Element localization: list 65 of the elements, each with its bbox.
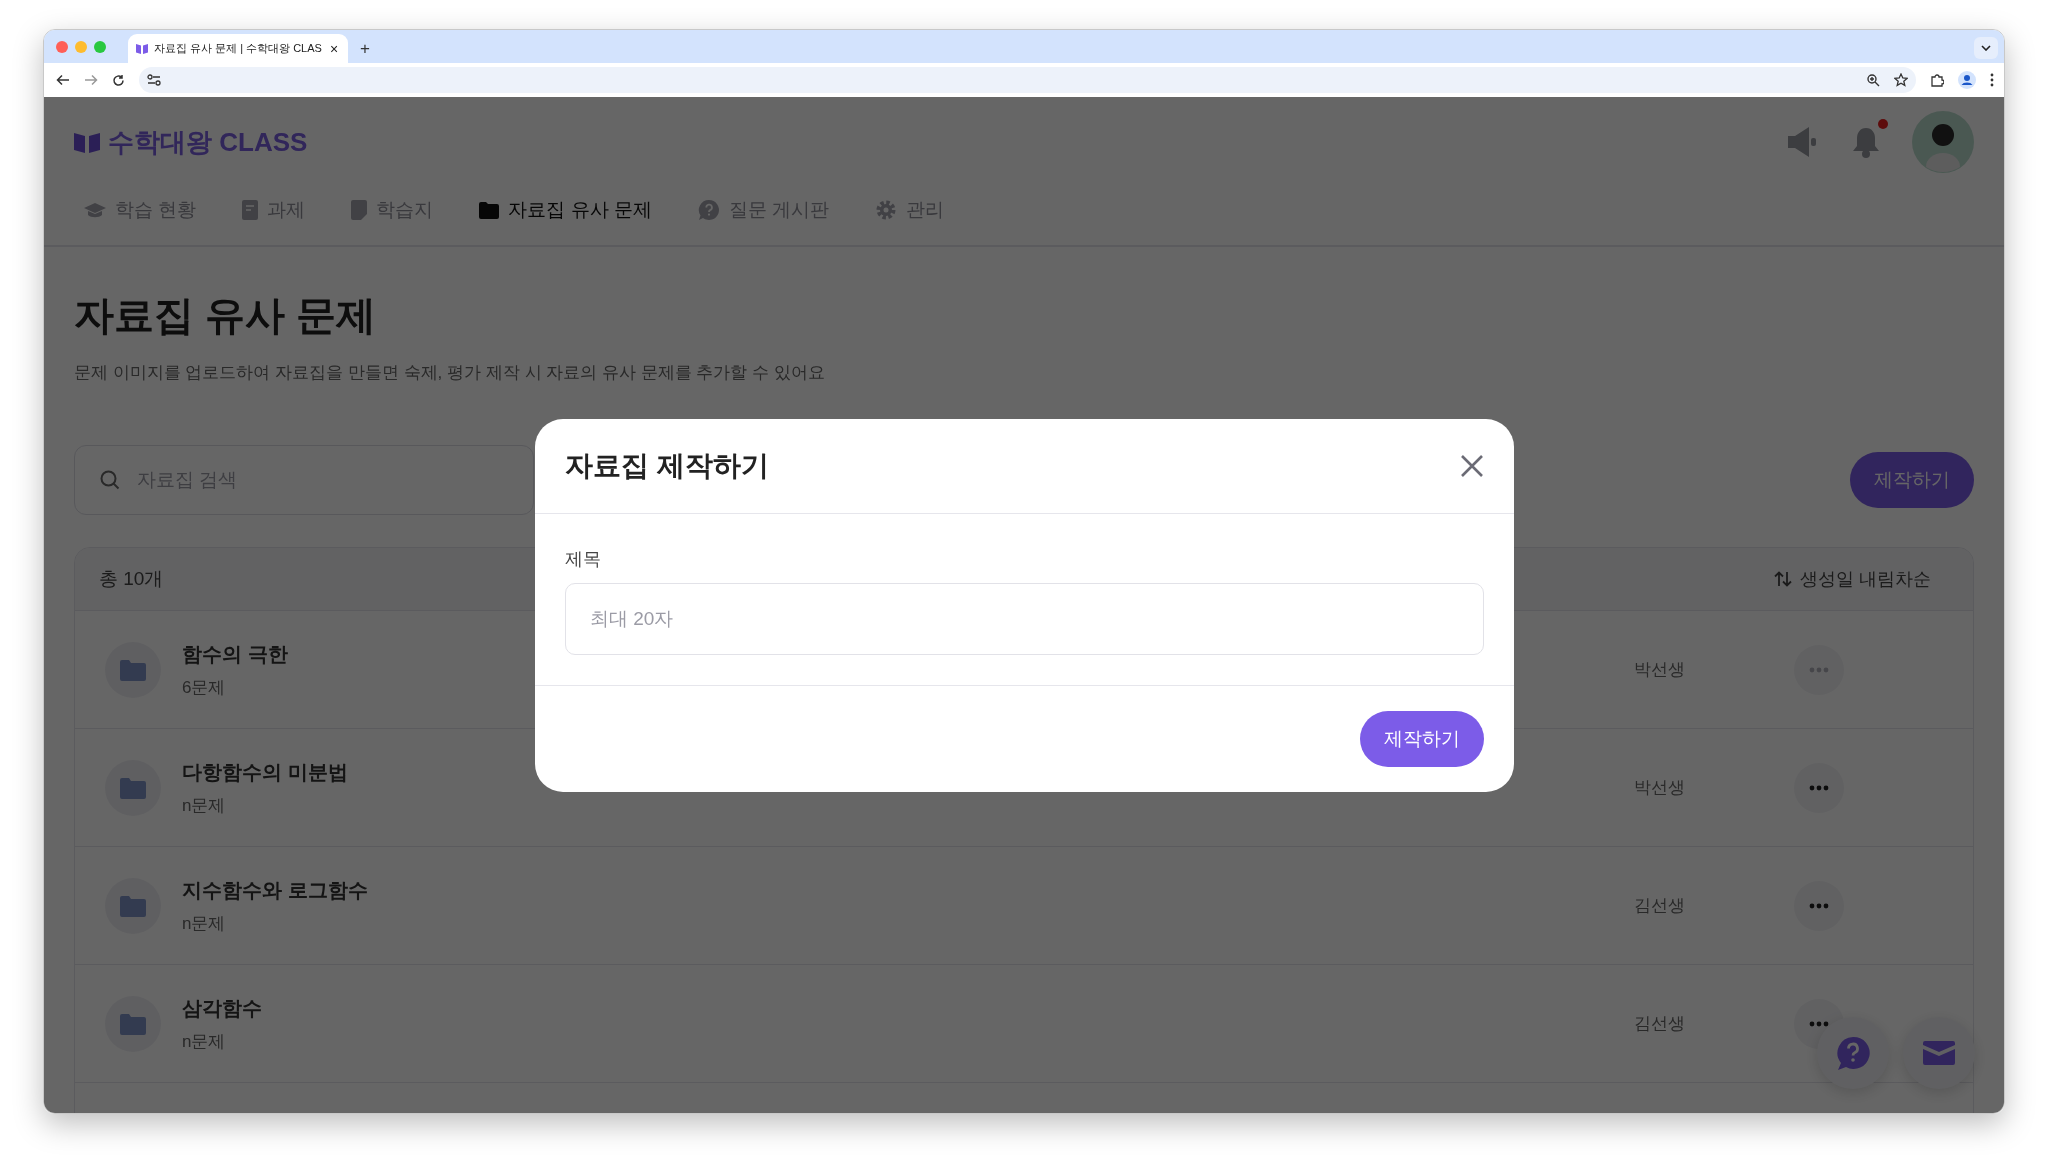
nav-tab[interactable]: 자료집 유사 문제 [479, 195, 652, 225]
submit-button[interactable]: 제작하기 [1360, 711, 1484, 767]
book-icon [136, 43, 148, 54]
total-count: 총 10개 [99, 566, 164, 591]
folder-title: 다항함수의 미분법 [182, 759, 348, 785]
question-bubble-icon [1835, 1035, 1871, 1071]
question-bubble-icon [697, 199, 720, 221]
folder-icon [120, 1012, 146, 1035]
gear-icon [875, 199, 898, 221]
problem-count: n문제 [182, 794, 227, 817]
bell-icon[interactable] [1850, 125, 1882, 159]
more-icon [1809, 1020, 1829, 1027]
problem-count: n문제 [182, 1030, 227, 1053]
graduation-cap-icon [84, 201, 106, 219]
folder-icon [120, 658, 146, 681]
owner-name: 박선생 [1634, 776, 1686, 799]
folder-icon [120, 776, 146, 799]
owner-name: 김선생 [1634, 1012, 1686, 1035]
envelope-icon [1923, 1041, 1955, 1065]
folder-icon [120, 894, 146, 917]
folder-title: 삼각함수 [182, 995, 262, 1021]
title-input[interactable]: 최대 20자 [565, 583, 1484, 655]
more-icon [1809, 666, 1829, 673]
tab-list-button[interactable] [1974, 37, 1998, 59]
owner-name: 박선생 [1634, 658, 1686, 681]
forward-icon[interactable] [84, 74, 98, 86]
problem-count: 6문제 [182, 676, 227, 699]
profile-icon[interactable] [1958, 71, 1976, 89]
site-settings-icon[interactable] [147, 74, 161, 86]
sort-button[interactable]: 생성일 내림차순 [1774, 565, 1931, 593]
folder-title: 지수함수와 로그함수 [182, 877, 368, 903]
tab-title: 자료집 유사 문제 | 수학대왕 CLAS [154, 41, 322, 57]
folder-title: 함수의 극한 [182, 641, 288, 667]
avatar[interactable] [1912, 111, 1974, 173]
more-options-icon[interactable] [1990, 73, 1994, 87]
browser-tab[interactable]: 자료집 유사 문제 | 수학대왕 CLAS × [128, 34, 349, 63]
create-button[interactable]: 제작하기 [1850, 452, 1974, 508]
page-title: 자료집 유사 문제 [74, 292, 378, 339]
logo-text: 수학대왕 CLASS [108, 125, 308, 159]
dialog-title: 자료집 제작하기 [565, 449, 769, 483]
folder-icon [479, 201, 500, 219]
owner-name: 김선생 [1634, 894, 1686, 917]
book-icon [74, 131, 100, 153]
sort-icon [1774, 571, 1792, 587]
back-icon[interactable] [56, 74, 70, 86]
close-button[interactable] [1460, 453, 1484, 479]
close-icon [1460, 454, 1484, 479]
zoom-icon[interactable] [1867, 73, 1880, 87]
more-icon [1809, 902, 1829, 909]
chevron-down-icon [1981, 45, 1991, 51]
reload-icon[interactable] [112, 73, 125, 87]
tab-close-button[interactable]: × [327, 41, 341, 56]
minimize-window-button[interactable] [75, 41, 87, 53]
more-icon [1809, 784, 1829, 791]
note-icon [351, 200, 368, 220]
zoom-window-button[interactable] [94, 41, 106, 53]
new-tab-button[interactable]: + [356, 40, 374, 57]
problem-count: n문제 [182, 912, 227, 935]
puzzle-icon[interactable] [1930, 73, 1944, 87]
search-icon [100, 470, 120, 490]
field-label: 제목 [565, 548, 602, 571]
page-description: 문제 이미지를 업로드하여 자료집을 만들면 숙제, 평가 제작 시 자료의 유사 문제를 추가할 수 있어요 [74, 362, 826, 384]
document-icon [242, 200, 259, 220]
star-icon[interactable] [1894, 73, 1908, 87]
close-window-button[interactable] [56, 41, 68, 53]
